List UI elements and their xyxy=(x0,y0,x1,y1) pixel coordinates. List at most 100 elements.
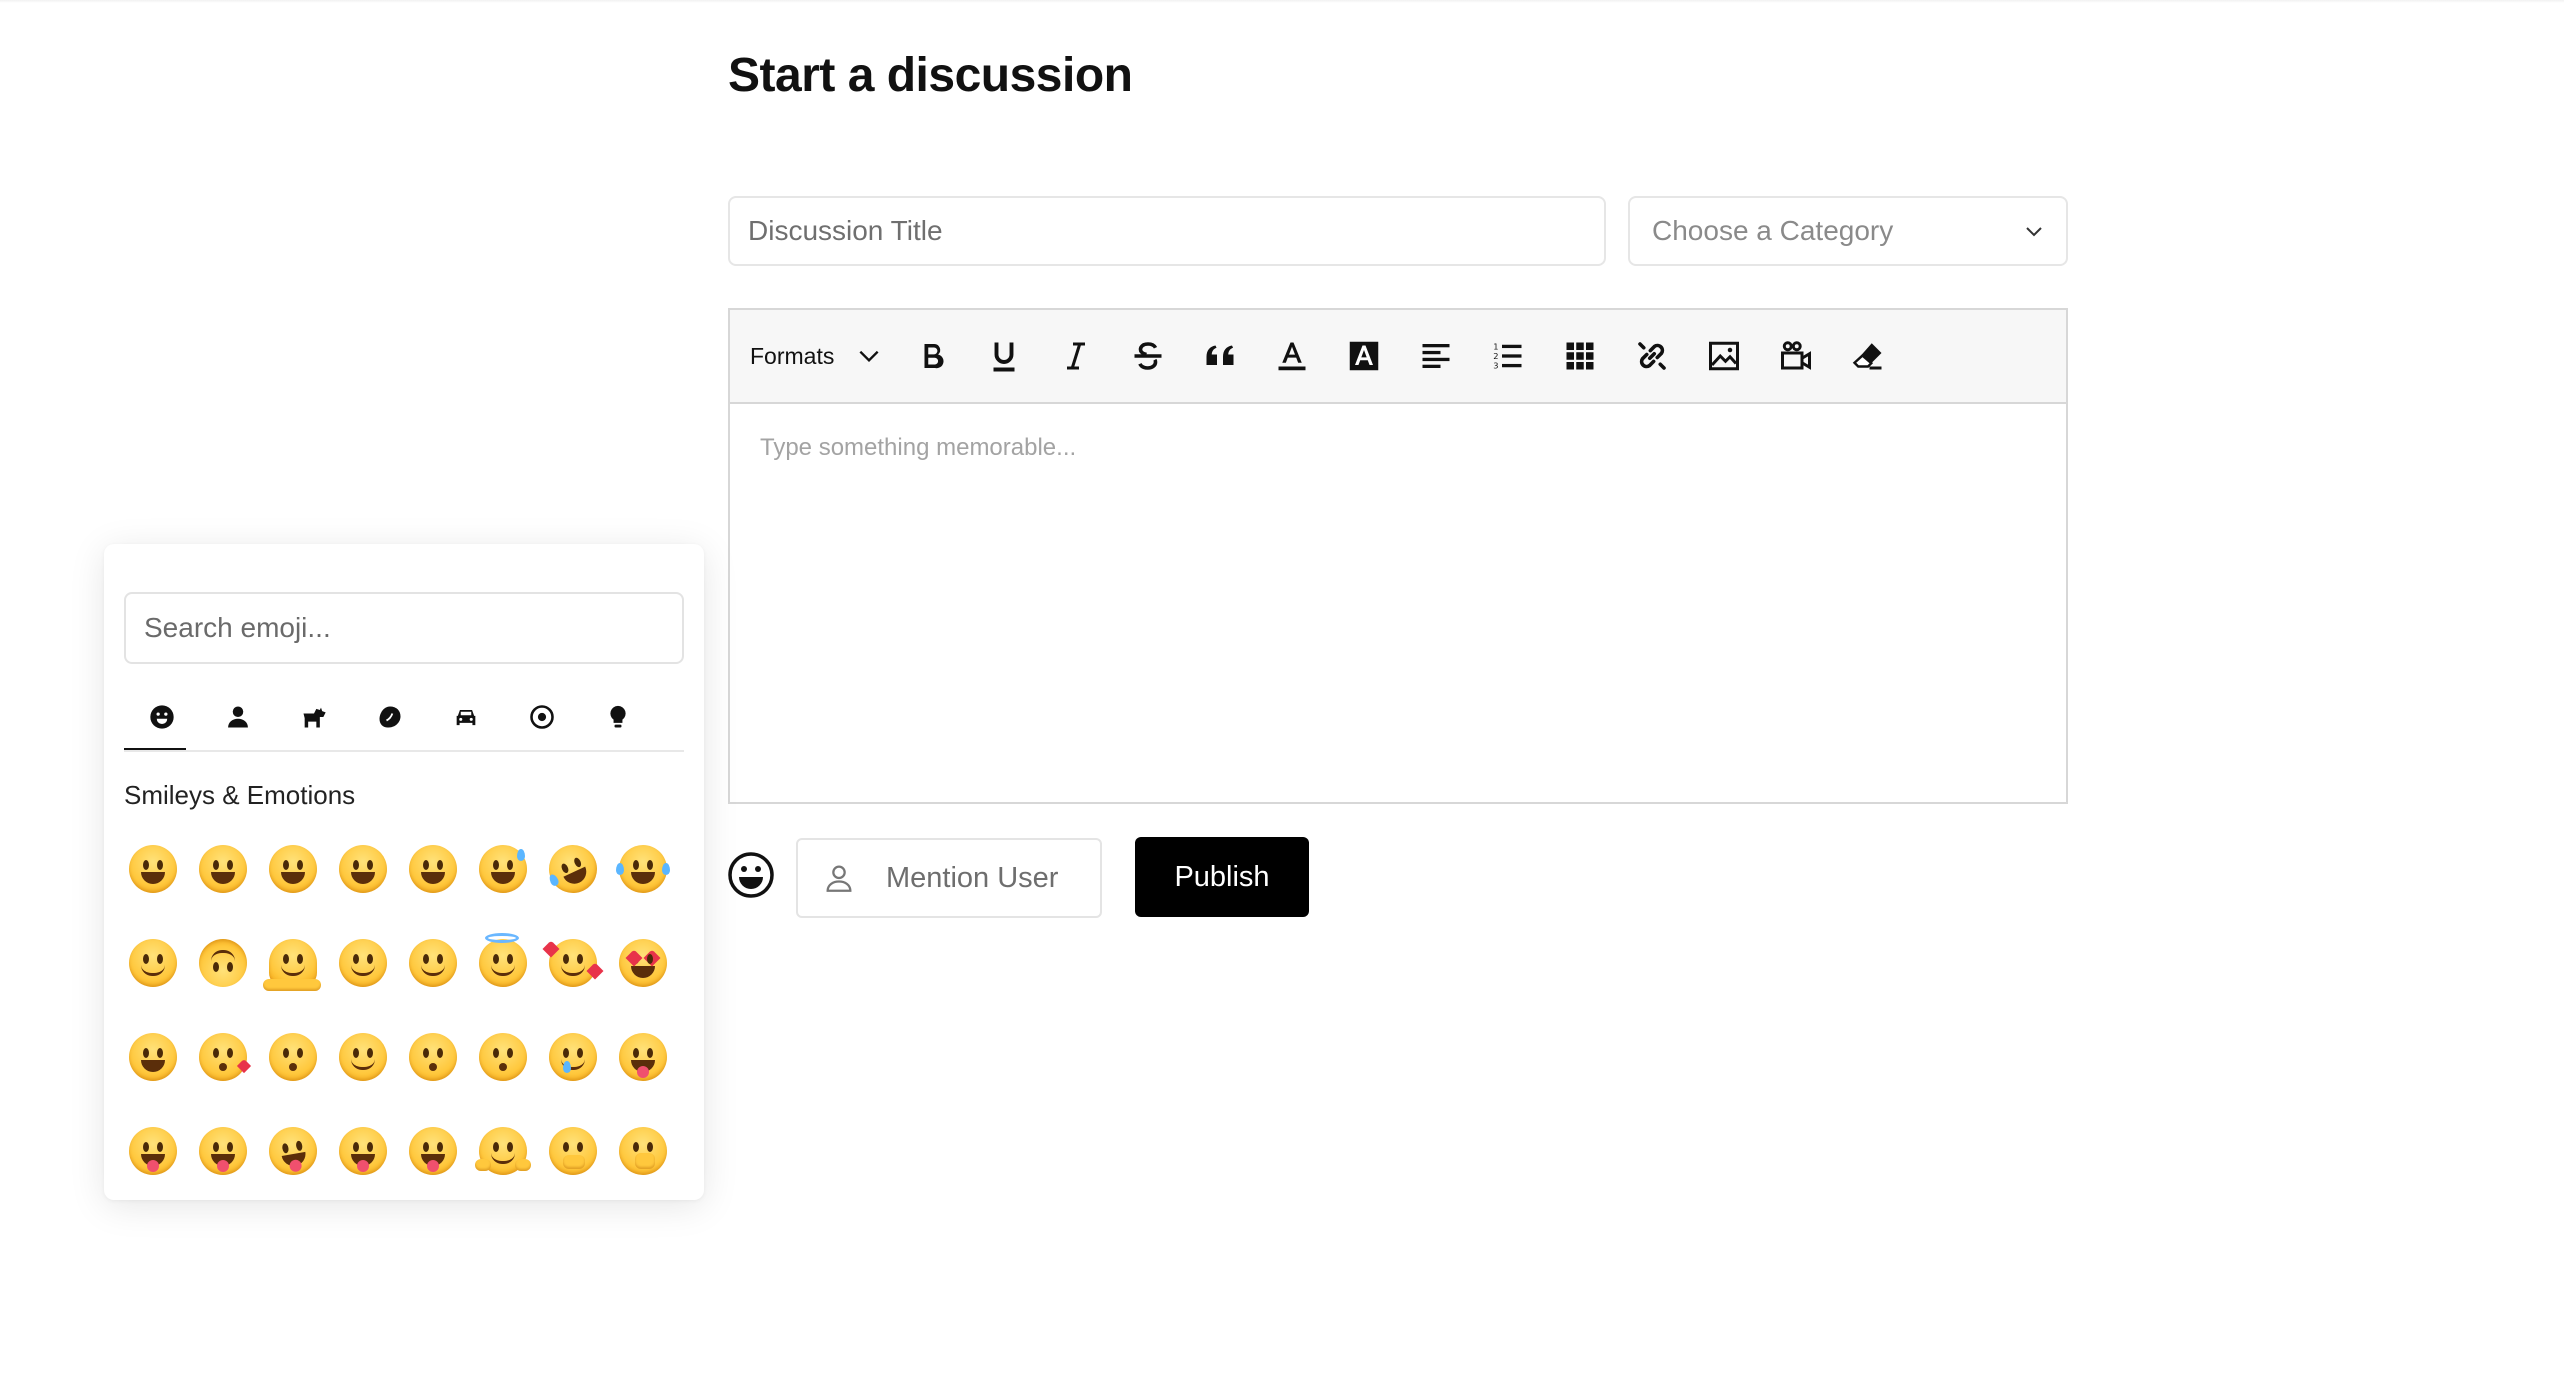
emoji-winking-face-tongue[interactable] xyxy=(188,1104,258,1198)
smiley-icon xyxy=(728,852,774,898)
emoji-search-input[interactable] xyxy=(124,592,684,664)
emoji-face-blowing-kiss[interactable] xyxy=(188,1010,258,1104)
italic-icon xyxy=(1067,342,1086,370)
emoji-rolling-on-floor-laughing[interactable] xyxy=(538,822,608,916)
person-icon xyxy=(228,706,248,728)
editor-placeholder: Type something memorable... xyxy=(760,434,1077,461)
emoji-upside-down-face[interactable] xyxy=(188,916,258,1010)
emoji-section-title: Smileys & Emotions xyxy=(124,780,356,810)
background-color-icon xyxy=(1350,341,1379,371)
quote-icon xyxy=(1206,345,1234,365)
numbered-list-icon: 123 xyxy=(1494,341,1522,371)
background-color-button[interactable] xyxy=(1328,326,1400,386)
svg-text:1: 1 xyxy=(1494,341,1499,351)
align-left-button[interactable] xyxy=(1400,326,1472,386)
emoji-star-struck[interactable] xyxy=(118,1010,188,1104)
clear-formatting-button[interactable] xyxy=(1832,326,1904,386)
link-icon xyxy=(1638,342,1667,370)
emoji-category-tabs xyxy=(124,684,684,752)
emoji-heart-eyes[interactable] xyxy=(608,916,678,1010)
emoji-melting-face[interactable] xyxy=(258,916,328,1010)
emoji-face-savoring-food[interactable] xyxy=(608,1010,678,1104)
emoji-grinning-squinting-face[interactable] xyxy=(398,822,468,916)
svg-text:2: 2 xyxy=(1494,351,1499,361)
link-button[interactable] xyxy=(1616,326,1688,386)
discussion-title-input[interactable] xyxy=(728,196,1606,266)
emoji-smiling-face-hearts[interactable] xyxy=(538,916,608,1010)
video-button[interactable] xyxy=(1760,326,1832,386)
editor-content-area[interactable]: Type something memorable... xyxy=(730,404,2066,492)
align-left-icon xyxy=(1422,344,1450,368)
emoji-kissing-face-closed-eyes[interactable] xyxy=(398,1010,468,1104)
emoji-slightly-smiling-face[interactable] xyxy=(118,916,188,1010)
lightbulb-icon xyxy=(610,705,626,728)
emoji-smiling-face-halo[interactable] xyxy=(468,916,538,1010)
emoji-kissing-face[interactable] xyxy=(258,1010,328,1104)
strikethrough-icon xyxy=(1134,342,1162,370)
emoji-kissing-face-smiling-eyes[interactable] xyxy=(468,1010,538,1104)
video-camera-icon xyxy=(1781,341,1812,370)
emoji-winking-face[interactable] xyxy=(328,916,398,1010)
emoji-picker-panel: Smileys & Emotions xyxy=(104,544,704,1200)
tab-animals[interactable] xyxy=(276,684,352,750)
text-color-button[interactable] xyxy=(1256,326,1328,386)
emoji-face-open-eyes-hand-over-mouth[interactable] xyxy=(608,1104,678,1198)
tab-smileys[interactable] xyxy=(124,684,200,750)
formats-label: Formats xyxy=(750,342,835,369)
tab-food[interactable] xyxy=(352,684,428,750)
smiley-icon xyxy=(150,705,174,729)
emoji-face-tears-of-joy[interactable] xyxy=(608,822,678,916)
bold-icon xyxy=(924,344,944,369)
underline-icon xyxy=(993,342,1015,372)
emoji-hugging-face[interactable] xyxy=(468,1104,538,1198)
soccer-ball-icon xyxy=(530,705,554,729)
chevron-down-icon xyxy=(2026,227,2042,237)
publish-button[interactable]: Publish xyxy=(1135,837,1309,917)
emoji-squinting-face-tongue[interactable] xyxy=(328,1104,398,1198)
strikethrough-button[interactable] xyxy=(1112,326,1184,386)
emoji-grid xyxy=(118,822,690,1198)
page-title: Start a discussion xyxy=(728,49,1133,102)
tab-travel[interactable] xyxy=(428,684,504,750)
emoji-money-mouth-face[interactable] xyxy=(398,1104,468,1198)
tab-objects[interactable] xyxy=(580,684,656,750)
emoji-smiling-face-tear[interactable] xyxy=(538,1010,608,1104)
bold-button[interactable] xyxy=(896,326,968,386)
emoji-face-with-tongue[interactable] xyxy=(118,1104,188,1198)
rich-text-editor: Formats 123 Type something memorable... xyxy=(728,308,2068,804)
dog-icon xyxy=(303,707,326,728)
chevron-down-icon xyxy=(859,350,879,363)
emoji-grinning-face[interactable] xyxy=(118,822,188,916)
user-icon xyxy=(826,865,852,892)
editor-toolbar: Formats 123 xyxy=(730,310,2066,404)
tab-people[interactable] xyxy=(200,684,276,750)
emoji-smiling-face[interactable] xyxy=(328,1010,398,1104)
mention-user-button[interactable]: Mention User xyxy=(796,838,1102,918)
mention-user-label: Mention User xyxy=(886,861,1059,894)
image-icon xyxy=(1709,341,1740,371)
car-icon xyxy=(456,710,476,726)
numbered-list-button[interactable]: 123 xyxy=(1472,326,1544,386)
emoji-face-hand-over-mouth[interactable] xyxy=(538,1104,608,1198)
emoji-grinning-face-smiling-eyes[interactable] xyxy=(258,822,328,916)
italic-button[interactable] xyxy=(1040,326,1112,386)
food-icon xyxy=(379,706,401,728)
svg-text:3: 3 xyxy=(1494,361,1499,371)
tab-symbols[interactable] xyxy=(656,684,684,750)
category-select-label: Choose a Category xyxy=(1652,215,1894,246)
table-icon xyxy=(1566,342,1594,370)
category-select[interactable]: Choose a Category xyxy=(1628,196,2068,266)
blockquote-button[interactable] xyxy=(1184,326,1256,386)
text-color-icon xyxy=(1278,342,1306,371)
emoji-zany-face[interactable] xyxy=(258,1104,328,1198)
tab-activities[interactable] xyxy=(504,684,580,750)
emoji-beaming-face[interactable] xyxy=(328,822,398,916)
emoji-grinning-face-sweat[interactable] xyxy=(468,822,538,916)
emoji-smiling-face-smiling-eyes[interactable] xyxy=(398,916,468,1010)
underline-button[interactable] xyxy=(968,326,1040,386)
emoji-grinning-face-big-eyes[interactable] xyxy=(188,822,258,916)
table-button[interactable] xyxy=(1544,326,1616,386)
emoji-button[interactable] xyxy=(726,850,776,900)
formats-dropdown[interactable]: Formats xyxy=(750,343,882,370)
image-button[interactable] xyxy=(1688,326,1760,386)
